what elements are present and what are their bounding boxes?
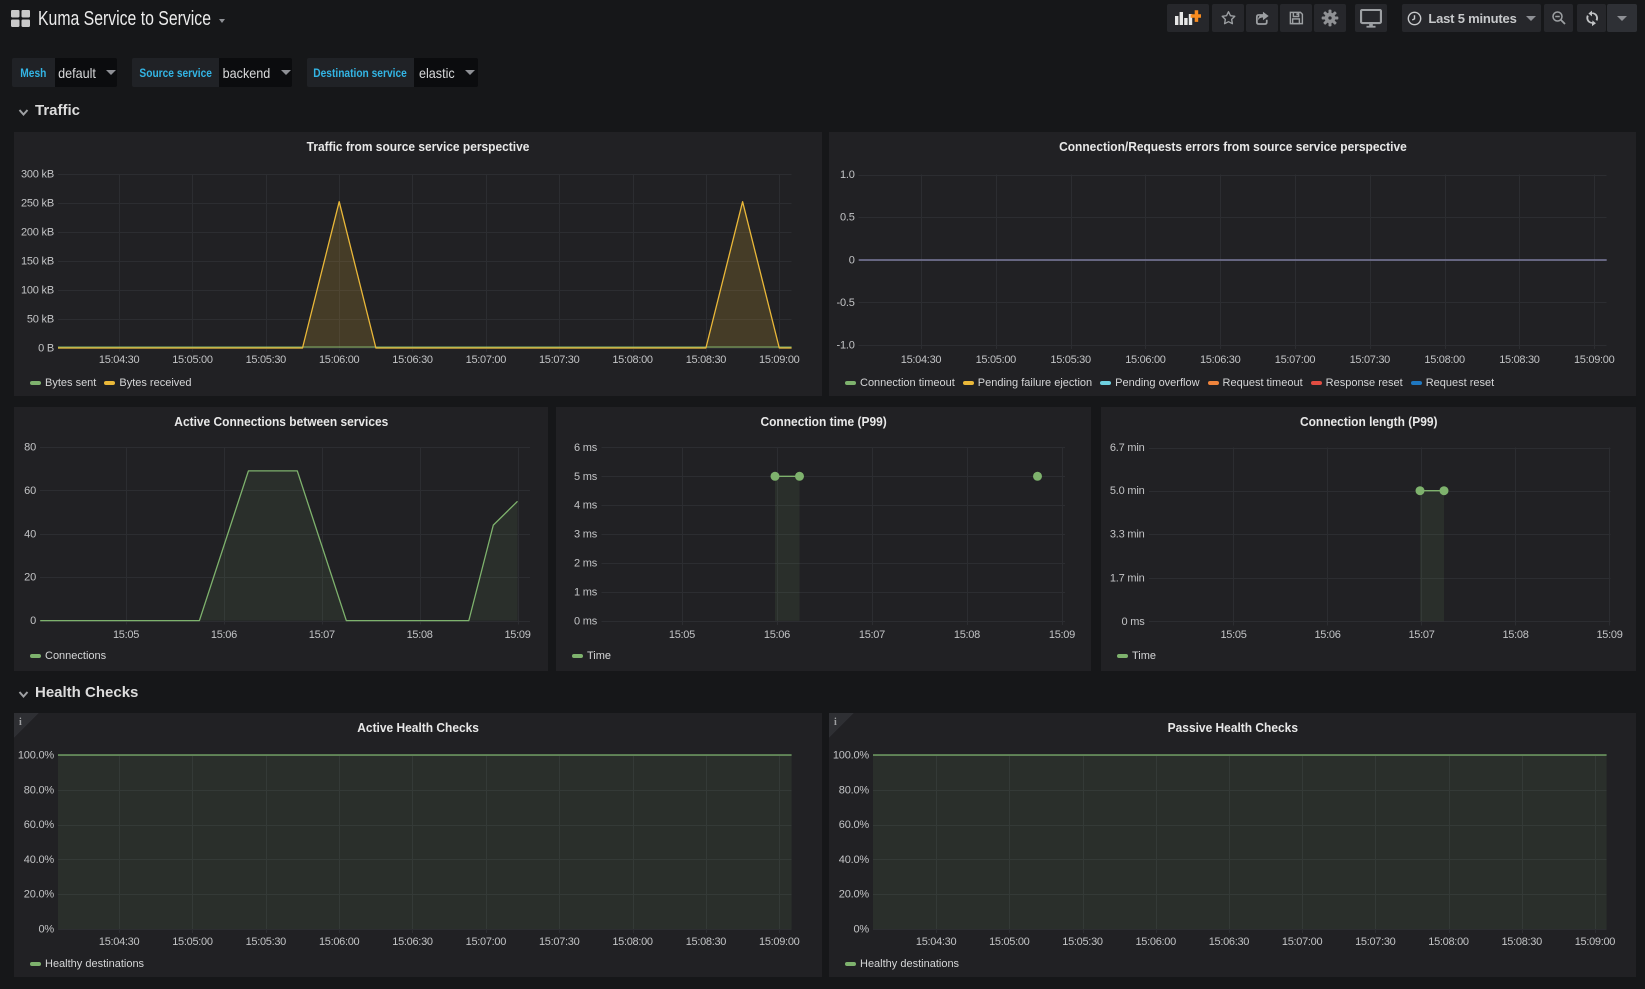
svg-text:15:05:00: 15:05:00: [989, 936, 1030, 948]
svg-text:15:04:30: 15:04:30: [99, 936, 140, 948]
svg-text:15:08:30: 15:08:30: [1499, 354, 1540, 366]
svg-text:15:08:00: 15:08:00: [1424, 354, 1465, 366]
svg-text:40: 40: [24, 528, 36, 540]
svg-text:15:08:30: 15:08:30: [686, 354, 727, 366]
svg-text:200 kB: 200 kB: [21, 227, 54, 239]
svg-text:80.0%: 80.0%: [839, 784, 870, 796]
svg-text:80.0%: 80.0%: [24, 784, 55, 796]
svg-text:15:07:30: 15:07:30: [539, 936, 580, 948]
svg-text:0 ms: 0 ms: [1121, 616, 1145, 628]
svg-text:15:05: 15:05: [1220, 629, 1246, 641]
svg-text:5.0 min: 5.0 min: [1110, 485, 1145, 497]
svg-text:40.0%: 40.0%: [839, 854, 870, 866]
svg-text:15:08: 15:08: [1502, 629, 1528, 641]
svg-text:15:05:30: 15:05:30: [1050, 354, 1091, 366]
svg-text:15:08:00: 15:08:00: [1428, 936, 1469, 948]
svg-text:15:08:00: 15:08:00: [612, 936, 653, 948]
svg-text:15:09: 15:09: [1596, 629, 1622, 641]
svg-text:15:08:30: 15:08:30: [686, 936, 727, 948]
svg-text:300 kB: 300 kB: [21, 169, 54, 181]
svg-text:15:06:30: 15:06:30: [1200, 354, 1241, 366]
svg-text:15:05:00: 15:05:00: [172, 936, 213, 948]
svg-text:15:07:30: 15:07:30: [539, 354, 580, 366]
svg-text:40.0%: 40.0%: [24, 854, 55, 866]
svg-text:15:09: 15:09: [1049, 629, 1075, 641]
svg-text:15:05: 15:05: [669, 629, 695, 641]
svg-text:15:04:30: 15:04:30: [901, 354, 942, 366]
svg-text:15:07:00: 15:07:00: [466, 354, 507, 366]
svg-text:15:07:30: 15:07:30: [1355, 936, 1396, 948]
svg-text:20: 20: [24, 572, 36, 584]
svg-text:15:06:00: 15:06:00: [319, 936, 360, 948]
svg-text:0 ms: 0 ms: [574, 615, 598, 627]
svg-text:15:07:30: 15:07:30: [1350, 354, 1391, 366]
svg-text:15:05:00: 15:05:00: [172, 354, 213, 366]
svg-text:15:09: 15:09: [504, 629, 530, 641]
svg-text:15:06:00: 15:06:00: [319, 354, 360, 366]
svg-text:15:09:00: 15:09:00: [759, 354, 800, 366]
svg-text:0: 0: [849, 254, 855, 266]
svg-text:1.7 min: 1.7 min: [1110, 573, 1145, 585]
svg-text:15:05:30: 15:05:30: [246, 936, 287, 948]
svg-text:15:09:00: 15:09:00: [1575, 936, 1616, 948]
svg-text:15:06:00: 15:06:00: [1135, 936, 1176, 948]
svg-text:0: 0: [30, 615, 36, 627]
svg-text:1.0: 1.0: [840, 169, 855, 181]
svg-text:4 ms: 4 ms: [574, 500, 598, 512]
svg-text:15:05:30: 15:05:30: [246, 354, 287, 366]
svg-text:15:06:30: 15:06:30: [392, 354, 433, 366]
svg-text:60: 60: [24, 485, 36, 497]
svg-text:0%: 0%: [854, 924, 870, 936]
svg-text:5 ms: 5 ms: [574, 471, 598, 483]
svg-text:20.0%: 20.0%: [839, 889, 870, 901]
svg-text:50 kB: 50 kB: [27, 314, 54, 326]
svg-text:0%: 0%: [39, 924, 55, 936]
svg-text:6 ms: 6 ms: [574, 442, 598, 454]
svg-text:80: 80: [24, 442, 36, 454]
svg-text:60.0%: 60.0%: [839, 819, 870, 831]
svg-text:15:04:30: 15:04:30: [916, 936, 957, 948]
svg-text:15:05:00: 15:05:00: [976, 354, 1017, 366]
svg-text:15:07:00: 15:07:00: [466, 936, 507, 948]
svg-text:15:07:00: 15:07:00: [1282, 936, 1323, 948]
svg-text:15:06:00: 15:06:00: [1125, 354, 1166, 366]
svg-text:60.0%: 60.0%: [24, 819, 55, 831]
svg-text:15:07: 15:07: [859, 629, 885, 641]
svg-text:3 ms: 3 ms: [574, 529, 598, 541]
svg-text:15:07: 15:07: [1408, 629, 1434, 641]
svg-text:15:06: 15:06: [211, 629, 237, 641]
svg-text:2 ms: 2 ms: [574, 558, 598, 570]
svg-text:15:06:30: 15:06:30: [392, 936, 433, 948]
svg-text:15:07:00: 15:07:00: [1275, 354, 1316, 366]
svg-text:250 kB: 250 kB: [21, 198, 54, 210]
svg-text:15:06: 15:06: [1314, 629, 1340, 641]
svg-text:0.5: 0.5: [840, 212, 855, 224]
svg-text:-0.5: -0.5: [837, 297, 855, 309]
svg-text:15:07: 15:07: [309, 629, 335, 641]
svg-text:15:08:00: 15:08:00: [612, 354, 653, 366]
svg-text:-1.0: -1.0: [837, 340, 855, 352]
svg-text:100.0%: 100.0%: [18, 750, 55, 762]
svg-text:20.0%: 20.0%: [24, 889, 55, 901]
svg-text:15:08: 15:08: [407, 629, 433, 641]
svg-text:100 kB: 100 kB: [21, 285, 54, 297]
svg-text:100.0%: 100.0%: [833, 750, 870, 762]
svg-text:15:05:30: 15:05:30: [1062, 936, 1103, 948]
svg-text:15:08:30: 15:08:30: [1501, 936, 1542, 948]
svg-text:6.7 min: 6.7 min: [1110, 442, 1145, 454]
svg-text:15:08: 15:08: [954, 629, 980, 641]
svg-text:3.3 min: 3.3 min: [1110, 529, 1145, 541]
svg-text:150 kB: 150 kB: [21, 256, 54, 268]
svg-text:15:06:30: 15:06:30: [1209, 936, 1250, 948]
svg-text:15:09:00: 15:09:00: [759, 936, 800, 948]
svg-text:15:09:00: 15:09:00: [1574, 354, 1615, 366]
svg-text:15:04:30: 15:04:30: [99, 354, 140, 366]
svg-text:15:06: 15:06: [764, 629, 790, 641]
svg-text:0 B: 0 B: [38, 343, 54, 355]
svg-text:1 ms: 1 ms: [574, 586, 598, 598]
svg-text:15:05: 15:05: [113, 629, 139, 641]
